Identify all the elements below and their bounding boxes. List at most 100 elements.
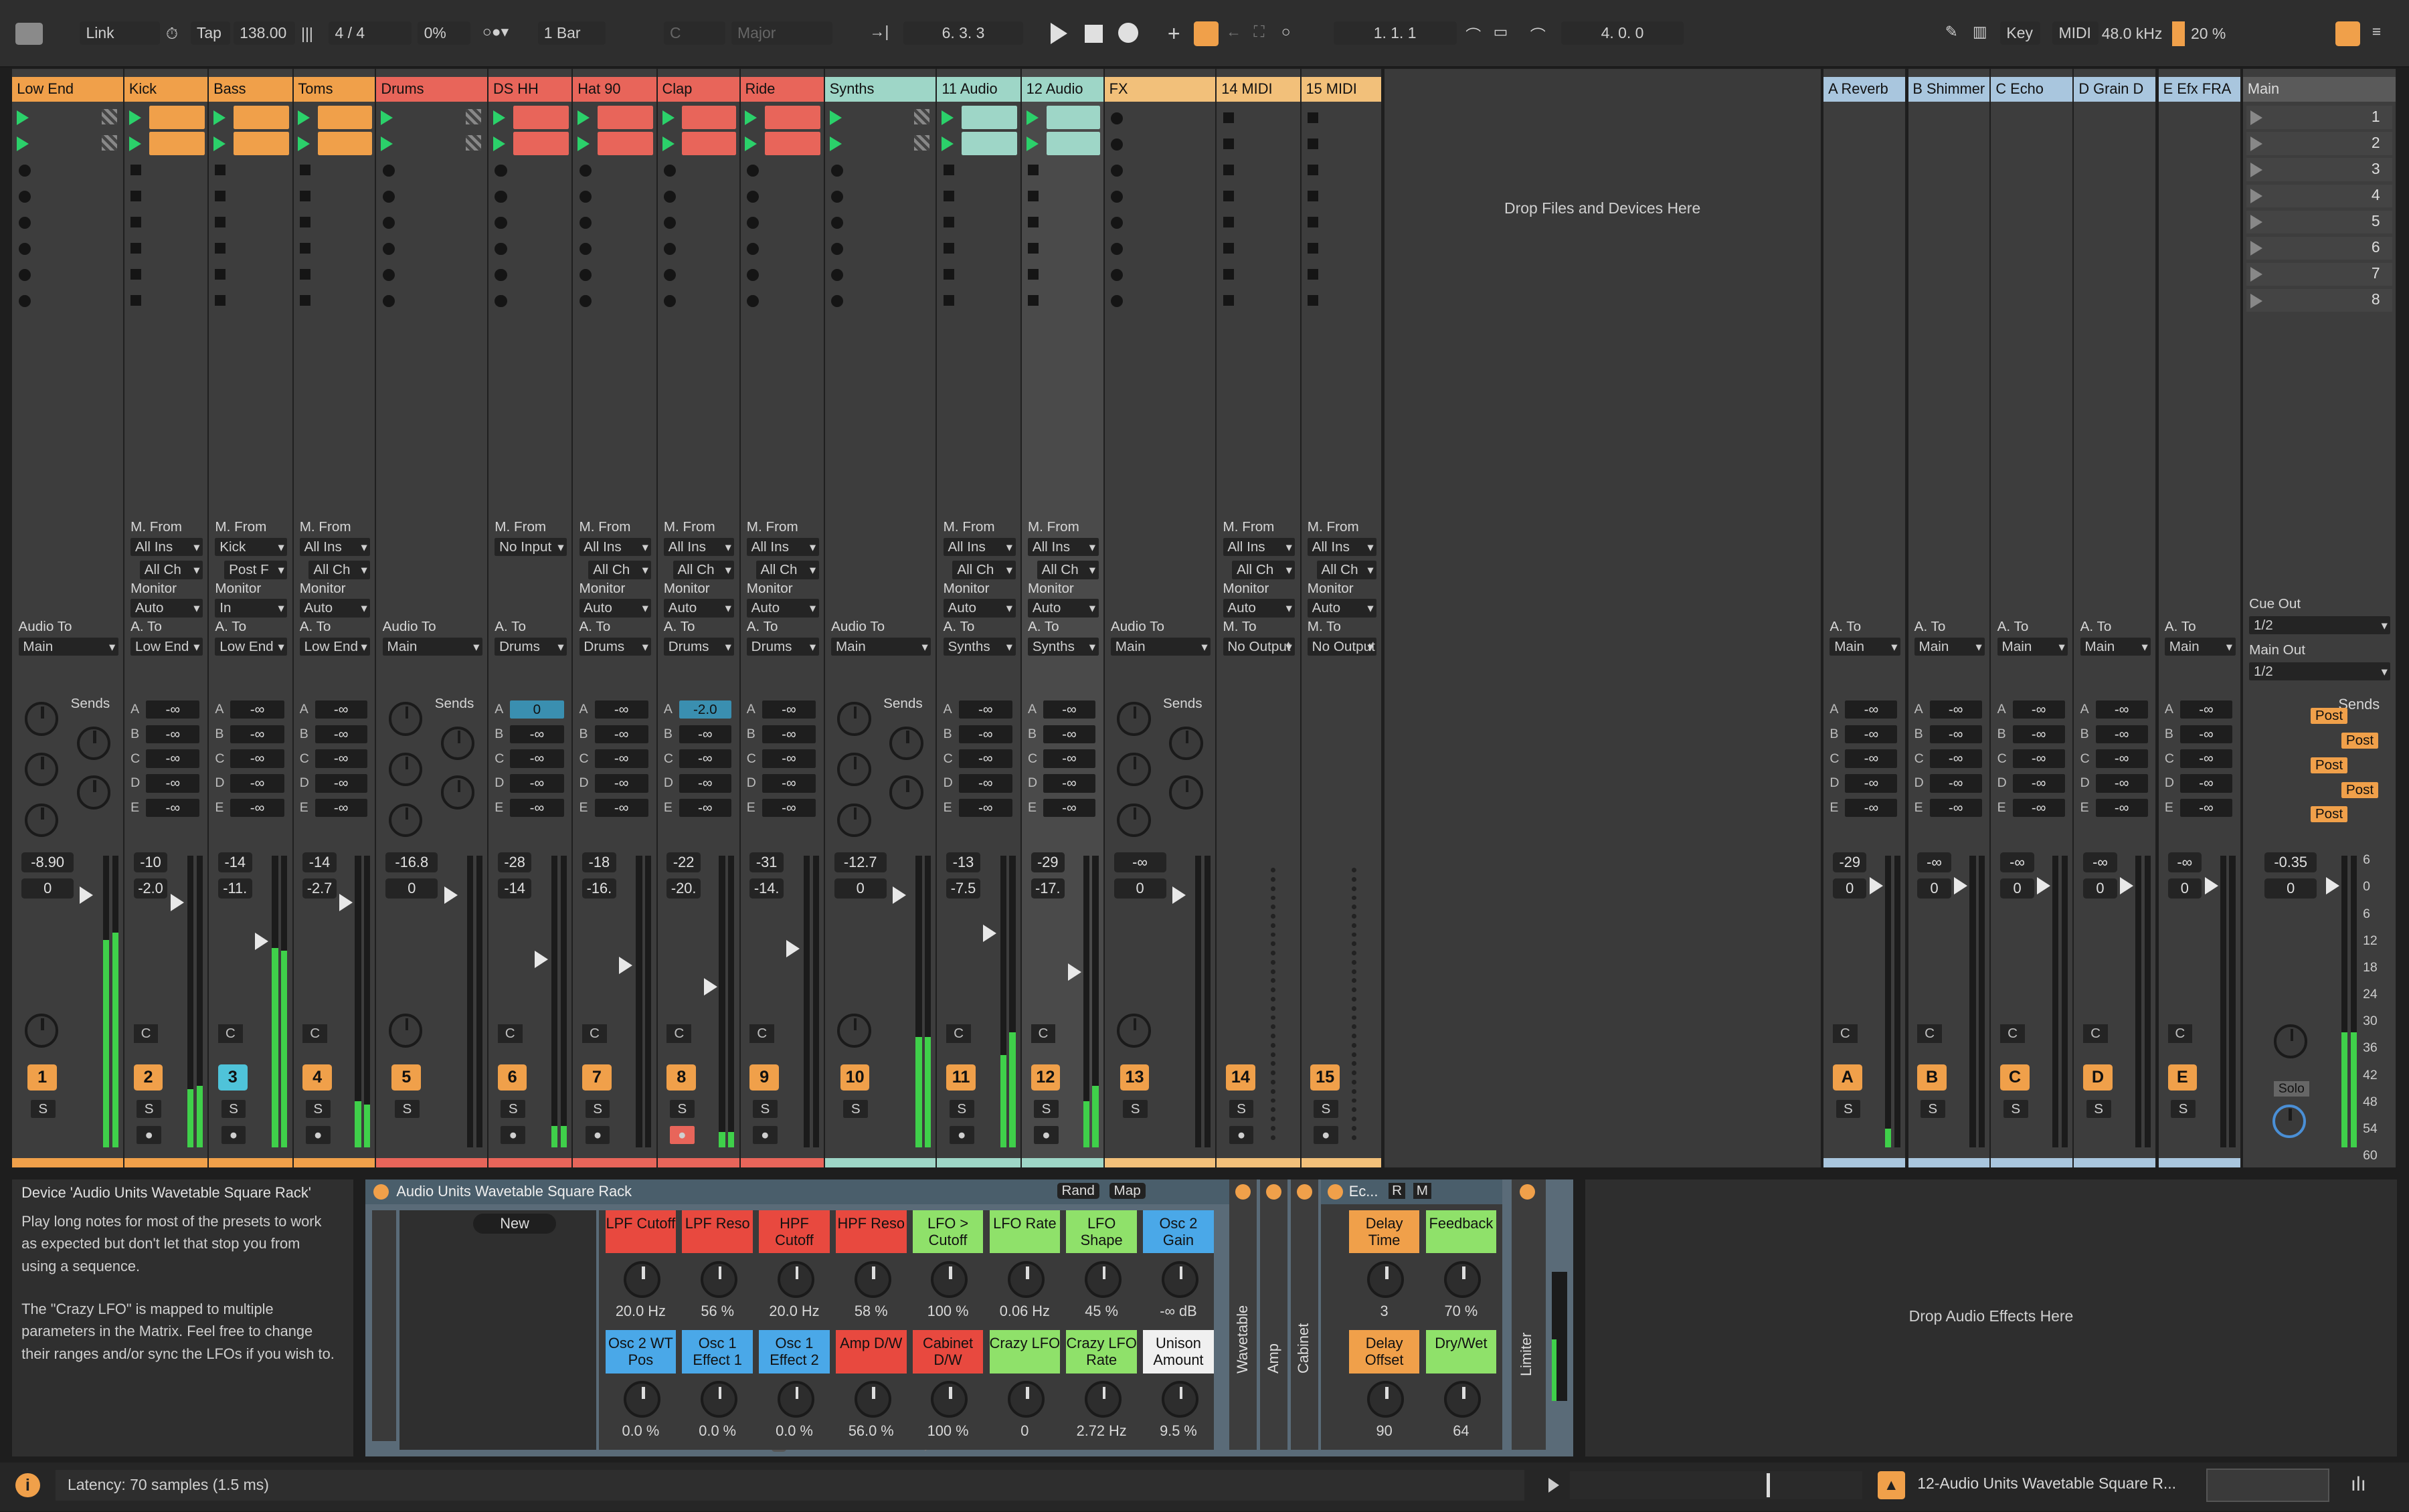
arm-button[interactable]: ● xyxy=(1034,1125,1059,1145)
slot-stop-icon[interactable] xyxy=(663,164,677,177)
send-e-value[interactable]: -∞ xyxy=(762,798,816,818)
macro-knob[interactable] xyxy=(931,1380,968,1418)
volume-value[interactable]: -∞ xyxy=(1113,852,1166,873)
solo-button[interactable]: S xyxy=(221,1099,246,1119)
pan-knob[interactable] xyxy=(24,1014,59,1048)
monitor-select[interactable]: Auto xyxy=(1223,599,1296,618)
pan-value[interactable]: -14 xyxy=(497,878,532,899)
solo-button[interactable]: S xyxy=(1123,1099,1148,1119)
send-knob-b[interactable] xyxy=(76,726,111,761)
slot-stop-icon[interactable] xyxy=(831,190,844,203)
slot-stop-icon[interactable] xyxy=(130,164,142,175)
slot-stop-icon[interactable] xyxy=(1110,216,1124,229)
slot-stop-icon[interactable] xyxy=(382,268,395,282)
slot-stop-icon[interactable] xyxy=(215,190,226,201)
slot-stop-icon[interactable] xyxy=(579,164,592,177)
output-select[interactable]: Main xyxy=(1110,637,1211,656)
macro-knob[interactable] xyxy=(1084,1260,1122,1298)
clip-slot[interactable] xyxy=(1046,132,1101,155)
stop-button[interactable] xyxy=(1084,24,1103,43)
input-channel-select[interactable]: All Ch xyxy=(308,561,371,579)
main-pan[interactable]: 0 xyxy=(2264,878,2317,899)
slot-stop-icon[interactable] xyxy=(831,294,844,308)
macro-knob[interactable] xyxy=(854,1260,891,1298)
solo-button[interactable]: S xyxy=(395,1099,420,1119)
volume-value[interactable]: -13 xyxy=(946,852,980,873)
loop-length-field[interactable]: 4. 0. 0 xyxy=(1560,21,1684,45)
output-select[interactable]: Drums xyxy=(495,637,567,656)
clip-slot[interactable] xyxy=(1046,106,1101,129)
send-c-value[interactable]: -∞ xyxy=(2179,749,2232,768)
track-header[interactable]: 14 MIDI xyxy=(1217,76,1300,102)
macro-knob[interactable] xyxy=(777,1380,814,1418)
clip-slot[interactable] xyxy=(233,132,289,155)
slot-stop-icon[interactable] xyxy=(1027,294,1039,306)
output-select[interactable]: Synths xyxy=(943,637,1016,656)
scene-launch-icon[interactable] xyxy=(2250,189,2263,204)
volume-value[interactable]: -∞ xyxy=(2000,852,2034,873)
send-a-value[interactable]: -∞ xyxy=(1845,700,1898,719)
scene-slot[interactable]: 7 xyxy=(2246,262,2392,286)
clip-launch-icon[interactable] xyxy=(493,136,505,152)
macro-knob[interactable] xyxy=(777,1260,814,1298)
slot-stop-icon[interactable] xyxy=(18,242,31,256)
slot-stop-icon[interactable] xyxy=(1110,112,1124,124)
slot-stop-icon[interactable] xyxy=(382,190,395,203)
post-button[interactable]: Post xyxy=(2311,806,2348,823)
slot-stop-icon[interactable] xyxy=(495,164,507,177)
macro-9[interactable]: Osc 2 WT Pos 0.0 % xyxy=(605,1330,677,1450)
arm-button[interactable]: ● xyxy=(1229,1125,1254,1145)
slot-stop-icon[interactable] xyxy=(1223,268,1234,280)
input-type-select[interactable]: All Ins xyxy=(1223,537,1296,557)
output-select[interactable]: No Output xyxy=(1307,637,1377,656)
volume-fader-handle[interactable] xyxy=(170,894,184,912)
send-b-value[interactable]: -∞ xyxy=(2179,725,2232,744)
solo-button[interactable]: S xyxy=(1836,1099,1861,1119)
tap-button[interactable]: Tap xyxy=(190,21,231,45)
time-signature-field[interactable]: 4 / 4 xyxy=(329,21,412,45)
output-select[interactable]: Low End xyxy=(299,637,371,656)
monitor-select[interactable]: Auto xyxy=(746,599,819,618)
slot-stop-icon[interactable] xyxy=(831,268,844,282)
scene-launch-icon[interactable] xyxy=(2250,136,2263,152)
send-e-value[interactable]: -∞ xyxy=(1929,798,1982,818)
send-a-value[interactable]: -∞ xyxy=(230,700,284,719)
send-b-value[interactable]: -∞ xyxy=(762,725,816,744)
clip-slot[interactable] xyxy=(682,132,737,155)
return-activator[interactable]: E xyxy=(2167,1064,2198,1091)
output-select[interactable]: Synths xyxy=(1027,637,1099,656)
scene-launch-icon[interactable] xyxy=(2250,215,2263,230)
draw-mode-icon[interactable]: ✎ xyxy=(1945,23,1958,41)
send-c-value[interactable]: -∞ xyxy=(510,749,564,768)
slot-stop-icon[interactable] xyxy=(215,164,226,175)
track-header[interactable]: DS HH xyxy=(488,76,572,102)
echo-param[interactable]: Dry/Wet 64 xyxy=(1425,1330,1497,1450)
input-channel-select[interactable]: All Ch xyxy=(1232,561,1296,579)
slot-stop-icon[interactable] xyxy=(18,190,31,203)
slot-stop-icon[interactable] xyxy=(943,268,954,280)
pan-value[interactable]: 0 xyxy=(1832,878,1867,899)
input-channel-select[interactable]: All Ch xyxy=(1316,561,1377,579)
send-b-value[interactable]: -∞ xyxy=(958,725,1012,744)
clip-launch-icon[interactable] xyxy=(17,110,29,126)
output-select[interactable]: Drums xyxy=(579,637,652,656)
clip-slot[interactable] xyxy=(765,132,821,155)
clip-launch-icon[interactable] xyxy=(942,136,954,152)
pan-value[interactable]: -14. xyxy=(749,878,784,899)
cue-volume-knob[interactable] xyxy=(2273,1024,2308,1058)
volume-fader-handle[interactable] xyxy=(2037,876,2050,894)
slot-stop-icon[interactable] xyxy=(1027,164,1039,175)
macro-5[interactable]: LFO > Cutoff 100 % xyxy=(912,1210,984,1330)
pan-knob[interactable] xyxy=(837,1014,871,1048)
volume-value[interactable]: -16.8 xyxy=(385,852,438,873)
volume-value[interactable]: -∞ xyxy=(2083,852,2117,873)
volume-value[interactable]: -28 xyxy=(497,852,532,873)
output-select[interactable]: Main xyxy=(1830,637,1900,656)
scene-slot[interactable]: 6 xyxy=(2246,236,2392,260)
slot-stop-icon[interactable] xyxy=(579,294,592,308)
macro-knob[interactable] xyxy=(1161,1380,1198,1418)
clip-launch-icon[interactable] xyxy=(745,110,757,126)
send-e-value[interactable]: -∞ xyxy=(1043,798,1095,818)
clip-slot[interactable] xyxy=(318,132,372,155)
slot-stop-icon[interactable] xyxy=(215,242,226,254)
